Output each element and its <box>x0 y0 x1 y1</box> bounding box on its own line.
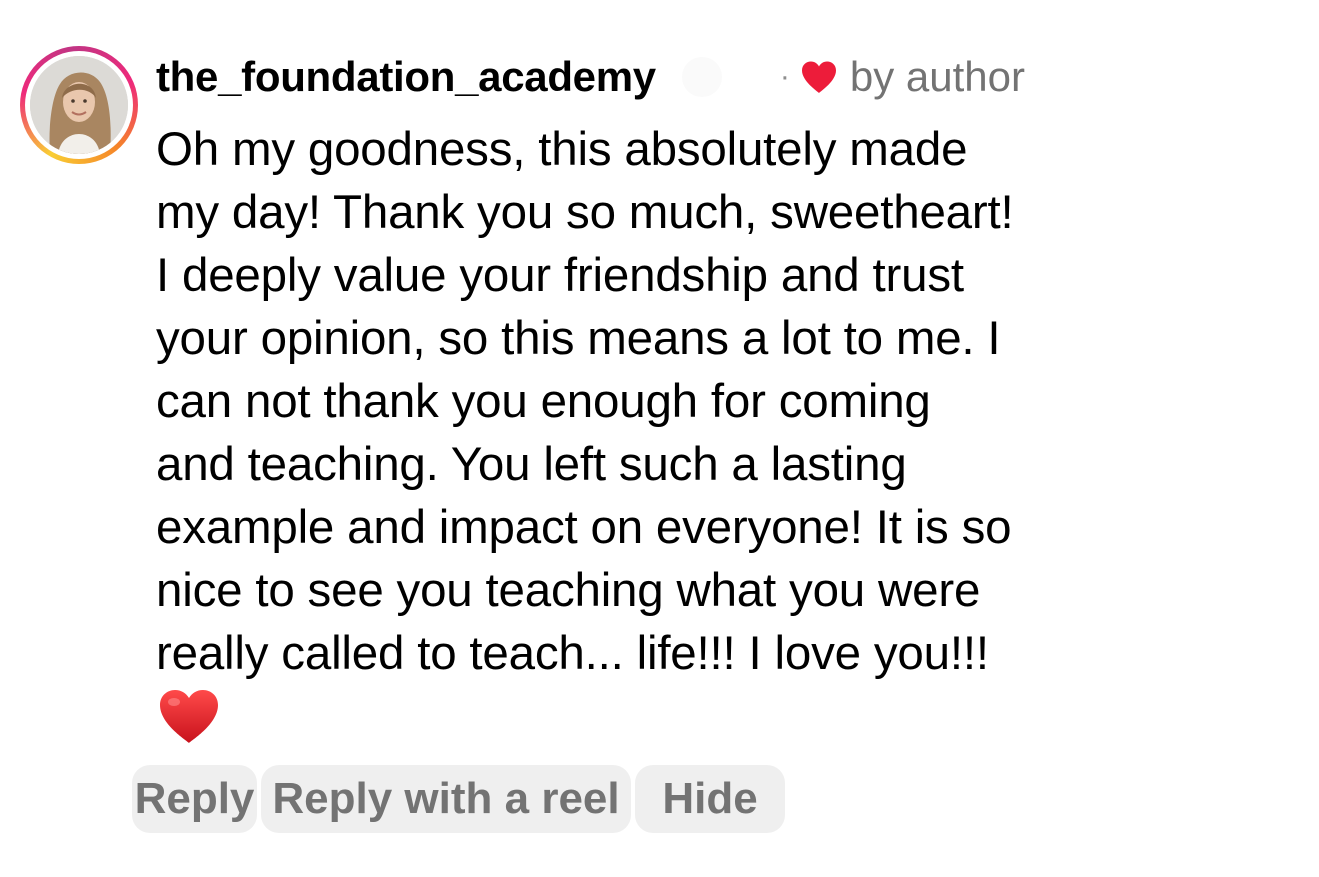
reply-with-reel-button[interactable]: Reply with a reel <box>261 765 631 833</box>
comment-actions: Reply Reply with a reel Hide <box>132 765 785 833</box>
liked-by-author-label: by author <box>849 53 1025 100</box>
avatar[interactable] <box>30 56 128 154</box>
comment: the_foundation_academy · by author Oh my… <box>0 0 1319 877</box>
separator-dot: · <box>779 60 790 93</box>
comment-header: the_foundation_academy · by author <box>156 50 1025 104</box>
red-heart-emoji <box>158 688 220 744</box>
username[interactable]: the_foundation_academy <box>156 53 656 101</box>
story-ring[interactable] <box>20 46 138 164</box>
reply-button[interactable]: Reply <box>132 765 257 833</box>
avatar-photo <box>30 56 128 154</box>
comment-text: Oh my goodness, this absolutely made my … <box>156 123 1014 680</box>
verified-badge-icon <box>681 57 722 97</box>
heart-icon <box>800 60 838 94</box>
hide-button[interactable]: Hide <box>635 765 785 833</box>
